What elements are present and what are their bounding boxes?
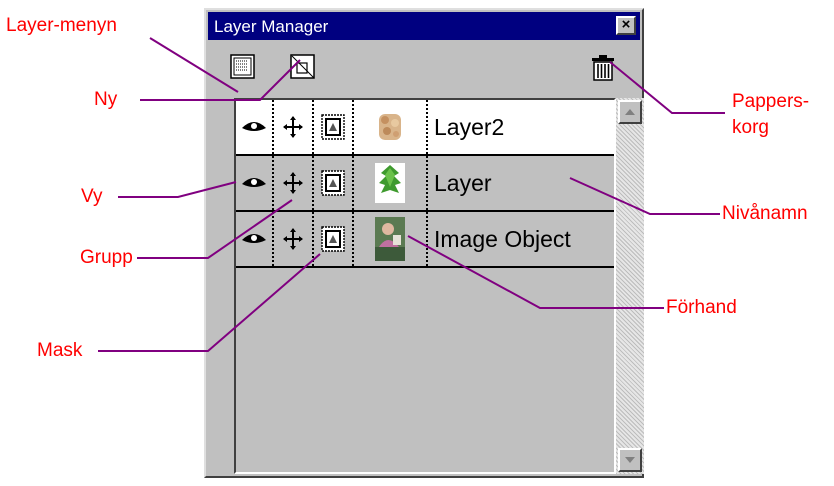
view-leader	[118, 181, 237, 198]
callout-layer-name: Nivånamn	[722, 203, 808, 224]
callout-view: Vy	[81, 186, 103, 207]
callout-new: Ny	[94, 89, 118, 110]
callout-mask: Mask	[37, 340, 83, 361]
layer-name-leader	[569, 177, 720, 215]
preview-leader	[407, 235, 664, 309]
callout-preview: Förhand	[666, 297, 737, 318]
layer-menu-leader	[149, 37, 239, 93]
callout-trash-line2: korg	[732, 117, 769, 138]
group-leader	[137, 199, 293, 259]
callout-trash-line1: Pappers-	[732, 91, 810, 112]
callout-lines	[98, 37, 725, 352]
trash-leader	[609, 61, 725, 114]
callout-group: Grupp	[80, 247, 133, 268]
callout-layer-menu: Layer-menyn	[6, 15, 117, 36]
